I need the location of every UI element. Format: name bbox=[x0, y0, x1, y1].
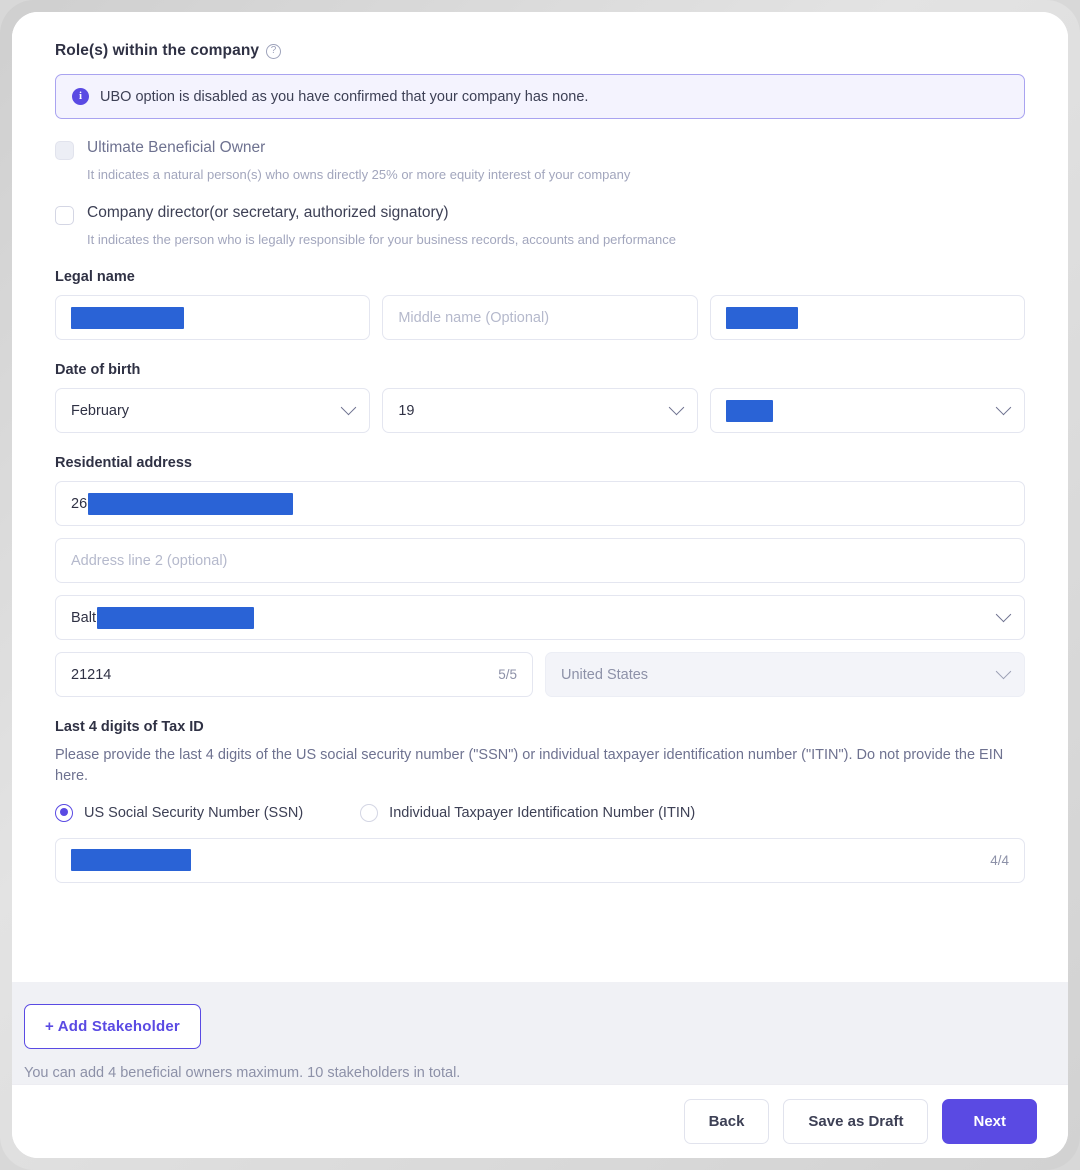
form-footer: Back Save as Draft Next bbox=[12, 1084, 1068, 1158]
address-line2-input[interactable]: Address line 2 (optional) bbox=[55, 538, 1025, 583]
checkbox-ultimate-beneficial-owner[interactable] bbox=[55, 141, 74, 160]
checkbox-help-ubo: It indicates a natural person(s) who own… bbox=[87, 167, 1025, 182]
residential-address-label: Residential address bbox=[55, 455, 1025, 471]
tax-id-redaction bbox=[71, 849, 191, 871]
checkbox-company-director[interactable] bbox=[55, 206, 74, 225]
first-name-redaction bbox=[71, 307, 184, 329]
birth-year-select[interactable] bbox=[710, 388, 1025, 433]
tax-id-radio-row: US Social Security Number (SSN) Individu… bbox=[55, 804, 1025, 822]
checkbox-label-ubo: Ultimate Beneficial Owner bbox=[87, 139, 265, 157]
tax-id-group: Last 4 digits of Tax ID Please provide t… bbox=[55, 719, 1025, 883]
screen: Role(s) within the company ? i UBO optio… bbox=[12, 12, 1068, 1158]
chevron-down-icon bbox=[341, 400, 357, 416]
radio-option-ssn[interactable]: US Social Security Number (SSN) bbox=[55, 804, 303, 822]
radio-option-itin[interactable]: Individual Taxpayer Identification Numbe… bbox=[360, 804, 695, 822]
form-scroll-viewport[interactable]: Role(s) within the company ? i UBO optio… bbox=[12, 12, 1068, 1158]
residential-address-group: Residential address 26 Address line 2 (o… bbox=[55, 455, 1025, 697]
date-of-birth-row: February 19 bbox=[55, 388, 1025, 433]
checkbox-row-director: Company director(or secretary, authorize… bbox=[55, 204, 1025, 225]
postal-code-value: 21214 bbox=[71, 667, 111, 683]
address-line1-value: 26 bbox=[71, 496, 87, 512]
next-button[interactable]: Next bbox=[942, 1099, 1037, 1144]
tax-id-label: Last 4 digits of Tax ID bbox=[55, 719, 1025, 735]
chevron-down-icon bbox=[996, 664, 1012, 680]
date-of-birth-group: Date of birth February 19 bbox=[55, 362, 1025, 433]
postal-code-counter: 5/5 bbox=[488, 667, 517, 682]
device-bezel: Role(s) within the company ? i UBO optio… bbox=[0, 0, 1080, 1170]
radio-label-itin: Individual Taxpayer Identification Numbe… bbox=[389, 805, 695, 821]
back-button[interactable]: Back bbox=[684, 1099, 770, 1144]
stakeholder-limit-note: You can add 4 beneficial owners maximum.… bbox=[24, 1065, 1056, 1081]
info-icon: i bbox=[72, 88, 89, 105]
address-line1-input[interactable]: 26 bbox=[55, 481, 1025, 526]
middle-name-placeholder: Middle name (Optional) bbox=[398, 310, 549, 326]
stakeholder-form-card: Role(s) within the company ? i UBO optio… bbox=[12, 12, 1068, 905]
roles-title-text: Role(s) within the company bbox=[55, 42, 259, 60]
city-value: Balt bbox=[71, 610, 96, 626]
question-circle-icon[interactable]: ? bbox=[266, 44, 281, 59]
first-name-input[interactable] bbox=[55, 295, 370, 340]
date-of-birth-label: Date of birth bbox=[55, 362, 1025, 378]
birth-month-value: February bbox=[71, 403, 129, 419]
birth-month-select[interactable]: February bbox=[55, 388, 370, 433]
address-line2-placeholder: Address line 2 (optional) bbox=[71, 553, 227, 569]
roles-section-title: Role(s) within the company ? bbox=[55, 42, 1025, 60]
postal-code-input[interactable]: 21214 5/5 bbox=[55, 652, 533, 697]
tax-id-input[interactable]: 4/4 bbox=[55, 838, 1025, 883]
checkbox-help-director: It indicates the person who is legally r… bbox=[87, 232, 1025, 247]
address-line1-redaction bbox=[88, 493, 293, 515]
chevron-down-icon bbox=[996, 607, 1012, 623]
chevron-down-icon bbox=[996, 400, 1012, 416]
checkbox-label-director: Company director(or secretary, authorize… bbox=[87, 204, 449, 222]
add-stakeholder-zone: + Add Stakeholder You can add 4 benefici… bbox=[12, 982, 1068, 1091]
radio-ssn[interactable] bbox=[55, 804, 73, 822]
chevron-down-icon bbox=[668, 400, 684, 416]
middle-name-input[interactable]: Middle name (Optional) bbox=[382, 295, 697, 340]
tax-id-counter: 4/4 bbox=[980, 853, 1009, 868]
city-select[interactable]: Balt bbox=[55, 595, 1025, 640]
last-name-input[interactable] bbox=[710, 295, 1025, 340]
radio-label-ssn: US Social Security Number (SSN) bbox=[84, 805, 303, 821]
postal-country-row: 21214 5/5 United States bbox=[55, 652, 1025, 697]
banner-text: UBO option is disabled as you have confi… bbox=[100, 89, 588, 105]
legal-name-group: Legal name Middle name (Optional) bbox=[55, 269, 1025, 340]
country-select: United States bbox=[545, 652, 1025, 697]
ubo-disabled-banner: i UBO option is disabled as you have con… bbox=[55, 74, 1025, 119]
tax-id-description: Please provide the last 4 digits of the … bbox=[55, 745, 1025, 788]
legal-name-row: Middle name (Optional) bbox=[55, 295, 1025, 340]
legal-name-label: Legal name bbox=[55, 269, 1025, 285]
birth-day-value: 19 bbox=[398, 403, 414, 419]
checkbox-row-ubo: Ultimate Beneficial Owner bbox=[55, 139, 1025, 160]
city-redaction bbox=[97, 607, 254, 629]
radio-itin[interactable] bbox=[360, 804, 378, 822]
save-as-draft-button[interactable]: Save as Draft bbox=[783, 1099, 928, 1144]
add-stakeholder-button[interactable]: + Add Stakeholder bbox=[24, 1004, 201, 1049]
birth-year-redaction bbox=[726, 400, 773, 422]
country-value: United States bbox=[561, 667, 648, 683]
last-name-redaction bbox=[726, 307, 798, 329]
birth-day-select[interactable]: 19 bbox=[382, 388, 697, 433]
